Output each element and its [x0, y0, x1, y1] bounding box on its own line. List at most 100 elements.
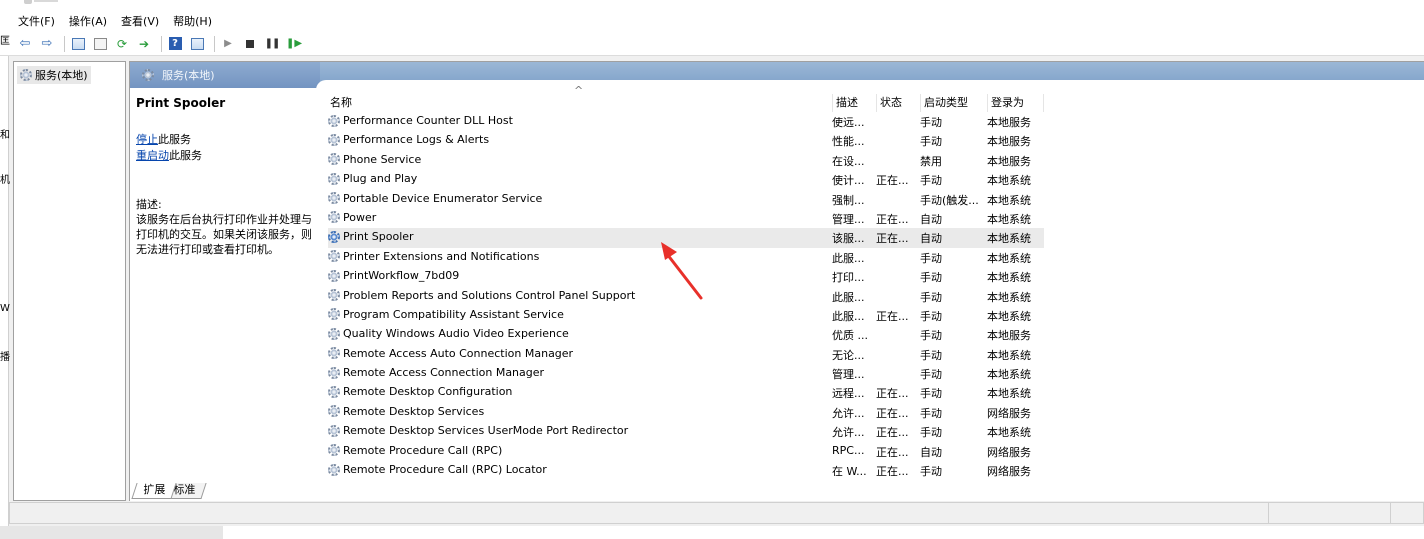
- table-row[interactable]: Phone Service 在设... 禁用 本地服务: [328, 151, 1424, 170]
- pause-service-icon[interactable]: ❚❚: [263, 35, 281, 53]
- toolbar-separator: [161, 35, 162, 52]
- service-logon-cell: 本地系统: [987, 232, 1031, 246]
- service-logon-cell: 本地系统: [987, 193, 1031, 207]
- table-row[interactable]: Remote Access Auto Connection Manager 无论.…: [328, 345, 1424, 364]
- column-header-startup-type[interactable]: 启动类型: [920, 94, 987, 112]
- service-logon-cell: 本地系统: [987, 387, 1031, 401]
- toolbar-separator: [64, 35, 65, 52]
- service-desc-cell: 远程...: [832, 387, 865, 401]
- service-gear-icon: [328, 269, 340, 282]
- service-startup-cell: 手动: [920, 251, 942, 265]
- column-header-status[interactable]: 状态: [876, 94, 920, 112]
- table-row[interactable]: Remote Procedure Call (RPC) RPC... 正在... 自动…: [328, 442, 1424, 461]
- service-logon-cell: 本地系统: [987, 271, 1031, 285]
- service-desc-cell: 打印...: [832, 271, 865, 285]
- forward-arrow-icon[interactable]: ⇨: [38, 35, 56, 53]
- menu-file[interactable]: 文件(F): [18, 13, 55, 29]
- table-row[interactable]: Quality Windows Audio Video Experience 优质…: [328, 325, 1424, 344]
- service-name-cell: Program Compatibility Assistant Service: [328, 308, 564, 321]
- service-logon-cell: 网络服务: [987, 406, 1031, 420]
- service-name: Remote Access Auto Connection Manager: [343, 346, 574, 360]
- service-gear-icon: [328, 133, 340, 146]
- edge-fragment: 和: [0, 130, 10, 141]
- service-name-cell: Remote Procedure Call (RPC): [328, 444, 502, 457]
- table-row[interactable]: Program Compatibility Assistant Service 此…: [328, 306, 1424, 325]
- service-name: Quality Windows Audio Video Experience: [343, 327, 569, 341]
- table-row[interactable]: PrintWorkflow_7bd09 打印... 手动 本地系统: [328, 267, 1424, 286]
- service-logon-cell: 本地系统: [987, 309, 1031, 323]
- service-logon-cell: 本地系统: [987, 174, 1031, 188]
- table-row[interactable]: Remote Access Connection Manager 管理... 手动 本…: [328, 364, 1424, 383]
- properties-icon[interactable]: [91, 35, 109, 53]
- table-row[interactable]: Performance Counter DLL Host 使远... 手动 本地服务: [328, 112, 1424, 131]
- menu-view[interactable]: 查看(V): [121, 13, 159, 29]
- tree-item-services-local[interactable]: 服务(本地): [17, 66, 91, 84]
- service-name-cell: PrintWorkflow_7bd09: [328, 269, 459, 282]
- table-row[interactable]: Performance Logs & Alerts 性能... 手动 本地服务: [328, 131, 1424, 150]
- pane-title-text: 服务(本地): [162, 69, 215, 82]
- status-bar: [9, 502, 1424, 524]
- service-name: Performance Counter DLL Host: [343, 114, 513, 127]
- service-desc-cell: 该服...: [832, 232, 865, 246]
- service-logon-cell: 本地系统: [987, 290, 1031, 304]
- stop-service-icon[interactable]: [241, 35, 259, 53]
- table-row[interactable]: Remote Procedure Call (RPC) Locator 在 W..…: [328, 461, 1424, 480]
- service-gear-icon: [328, 211, 340, 224]
- service-name: Phone Service: [343, 152, 422, 166]
- service-status-cell: 正在...: [876, 445, 909, 459]
- service-name-cell: Quality Windows Audio Video Experience: [328, 327, 569, 340]
- restart-service-link[interactable]: 重启动: [136, 149, 169, 162]
- table-row[interactable]: Problem Reports and Solutions Control Pa…: [328, 287, 1424, 306]
- column-header-name[interactable]: 名称: [330, 94, 832, 112]
- tab-extended[interactable]: 扩展: [131, 483, 177, 499]
- service-status-cell: 正在...: [876, 232, 909, 246]
- restart-service-icon[interactable]: ❚▶: [285, 35, 303, 53]
- refresh-icon[interactable]: ⟳: [113, 35, 131, 53]
- table-row[interactable]: Portable Device Enumerator Service 强制... 手…: [328, 190, 1424, 209]
- table-row[interactable]: Plug and Play 使计... 正在... 手动 本地系统: [328, 170, 1424, 189]
- service-startup-cell: 手动: [920, 406, 942, 420]
- tab-extended-label: 扩展: [143, 483, 166, 496]
- column-header-logon-as[interactable]: 登录为: [987, 94, 1044, 112]
- service-name-cell: Remote Procedure Call (RPC) Locator: [328, 463, 547, 476]
- service-startup-cell: 手动: [920, 309, 942, 323]
- service-logon-cell: 网络服务: [987, 465, 1031, 479]
- status-segment: [1390, 503, 1391, 524]
- menu-action[interactable]: 操作(A): [69, 13, 107, 29]
- table-row[interactable]: Remote Desktop Configuration 远程... 正在... 手动…: [328, 383, 1424, 402]
- menu-help[interactable]: 帮助(H): [173, 13, 212, 29]
- table-row[interactable]: Remote Desktop Services UserMode Port Re…: [328, 422, 1424, 441]
- help-icon[interactable]: ?: [166, 35, 184, 53]
- service-status-cell: 正在...: [876, 406, 909, 420]
- service-name-cell: Remote Desktop Services UserMode Port Re…: [328, 424, 628, 437]
- service-logon-cell: 本地系统: [987, 426, 1031, 440]
- table-row[interactable]: Printer Extensions and Notifications 此服..…: [328, 248, 1424, 267]
- show-action-pane-icon[interactable]: [188, 35, 206, 53]
- service-startup-cell: 手动: [920, 290, 942, 304]
- service-startup-cell: 自动: [920, 445, 942, 459]
- restart-service-action: 重启动此服务: [136, 148, 316, 164]
- service-gear-icon: [328, 327, 340, 340]
- service-gear-icon: [328, 444, 340, 457]
- pane-header-title: 服务(本地): [130, 62, 320, 88]
- services-main-pane: 服务(本地) Print Spooler 停止此服务 重启动此服务 描述: 该服…: [129, 61, 1424, 501]
- back-arrow-icon[interactable]: ⇦: [16, 35, 34, 53]
- service-gear-icon: [328, 230, 340, 243]
- table-row[interactable]: Power 管理... 正在... 自动 本地系统: [328, 209, 1424, 228]
- service-name-cell: Print Spooler: [328, 230, 414, 243]
- background-area: [223, 526, 1424, 539]
- stop-service-link[interactable]: 停止: [136, 133, 158, 146]
- service-status-cell: 正在...: [876, 426, 909, 440]
- start-service-icon[interactable]: ▶: [219, 35, 237, 53]
- service-name: Remote Procedure Call (RPC) Locator: [343, 463, 547, 477]
- table-row[interactable]: Remote Desktop Services 允许... 正在... 手动 网络服务: [328, 403, 1424, 422]
- console-tree-icon[interactable]: [69, 35, 87, 53]
- service-startup-cell: 手动: [920, 329, 942, 343]
- service-startup-cell: 手动: [920, 368, 942, 382]
- service-desc-cell: 此服...: [832, 251, 865, 265]
- service-startup-cell: 手动: [920, 465, 942, 479]
- service-startup-cell: 手动: [920, 135, 942, 149]
- export-list-icon[interactable]: ➔: [135, 35, 153, 53]
- column-header-desc[interactable]: 描述: [832, 94, 876, 112]
- service-startup-cell: 手动: [920, 426, 942, 440]
